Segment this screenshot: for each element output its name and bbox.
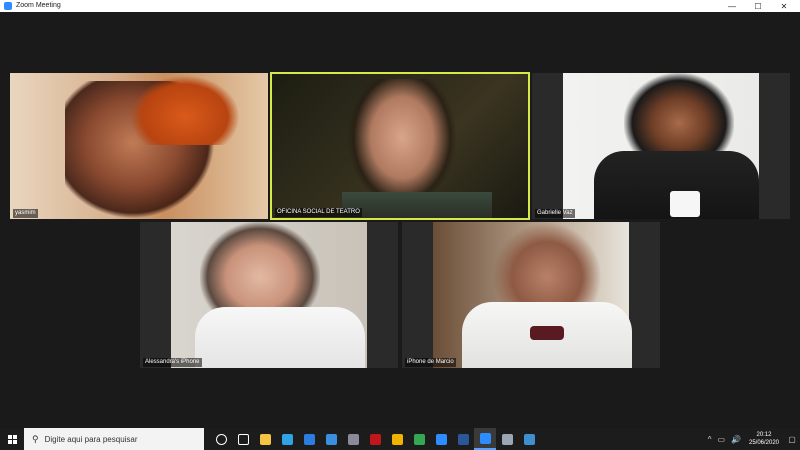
participant-name: yasmim bbox=[13, 209, 38, 218]
bow-tie bbox=[530, 326, 564, 340]
photos-icon-glyph bbox=[523, 433, 535, 445]
mail-icon-glyph bbox=[325, 433, 337, 445]
zoom-icon[interactable] bbox=[430, 428, 452, 450]
chrome-canary-icon-glyph bbox=[391, 433, 403, 445]
video-tile[interactable]: yasmim bbox=[10, 73, 268, 219]
video-tile[interactable]: iPhone de Marcio bbox=[402, 222, 660, 368]
zoom-icon-glyph bbox=[435, 433, 447, 445]
cortana-icon[interactable] bbox=[210, 428, 232, 450]
headscarf bbox=[130, 75, 240, 145]
minimize-button[interactable]: — bbox=[722, 0, 742, 12]
close-button[interactable]: ✕ bbox=[774, 0, 794, 12]
windows-taskbar: ⚲ Digite aqui para pesquisar ^ ▭ 🔊 20:12… bbox=[0, 428, 800, 450]
participant-name: Gabrielle Vaz bbox=[535, 209, 575, 218]
app-circle-icon-glyph bbox=[347, 433, 359, 445]
clock-time: 20:12 bbox=[756, 432, 772, 438]
word-icon-glyph bbox=[457, 433, 469, 445]
search-box[interactable]: ⚲ Digite aqui para pesquisar bbox=[24, 428, 204, 450]
participant-name: iPhone de Marcio bbox=[405, 358, 456, 367]
video-tile[interactable]: Alessandra's iPhone bbox=[140, 222, 398, 368]
windows-logo-icon bbox=[7, 434, 17, 444]
app-circle-icon[interactable] bbox=[342, 428, 364, 450]
notifications-icon[interactable]: ▢ bbox=[784, 428, 800, 450]
search-placeholder: Digite aqui para pesquisar bbox=[44, 434, 138, 444]
display-icon[interactable]: ▭ bbox=[717, 435, 725, 444]
file-explorer-icon[interactable] bbox=[254, 428, 276, 450]
chrome-canary-icon[interactable] bbox=[386, 428, 408, 450]
participant-video bbox=[347, 79, 457, 209]
globe-icon-glyph bbox=[501, 433, 513, 445]
start-button[interactable] bbox=[0, 428, 24, 450]
chrome-icon[interactable] bbox=[408, 428, 430, 450]
white-shirt bbox=[195, 307, 365, 368]
clock-date: 25/06/2020 bbox=[748, 440, 780, 446]
zoom-window: Zoom Meeting — ☐ ✕ yasmim OFICINA SOCIAL… bbox=[0, 0, 800, 428]
participant-name: Alessandra's iPhone bbox=[143, 358, 202, 367]
store-icon[interactable] bbox=[298, 428, 320, 450]
mail-icon[interactable] bbox=[320, 428, 342, 450]
pinned-apps bbox=[210, 428, 540, 450]
chrome-icon-glyph bbox=[413, 433, 425, 445]
task-view-icon[interactable] bbox=[232, 428, 254, 450]
coffee-cup bbox=[670, 191, 700, 217]
cortana-icon-glyph bbox=[215, 433, 227, 445]
store-icon-glyph bbox=[303, 433, 315, 445]
file-explorer-icon-glyph bbox=[259, 433, 271, 445]
participant-name: OFICINA SOCIAL DE TEATRO bbox=[275, 208, 362, 217]
photos-icon[interactable] bbox=[518, 428, 540, 450]
edge-icon-glyph bbox=[281, 433, 293, 445]
task-view-icon-glyph bbox=[237, 433, 249, 445]
window-title: Zoom Meeting bbox=[16, 2, 61, 9]
mcafee-icon[interactable] bbox=[364, 428, 386, 450]
word-icon[interactable] bbox=[452, 428, 474, 450]
speaker-icon[interactable]: 🔊 bbox=[731, 435, 741, 444]
mcafee-icon-glyph bbox=[369, 433, 381, 445]
clock[interactable]: 20:12 25/06/2020 bbox=[744, 431, 784, 447]
video-tile[interactable]: Gabrielle Vaz bbox=[532, 73, 790, 219]
globe-icon[interactable] bbox=[496, 428, 518, 450]
chevron-up-icon[interactable]: ^ bbox=[708, 435, 712, 444]
maximize-button[interactable]: ☐ bbox=[748, 0, 768, 12]
video-tile-active-speaker[interactable]: OFICINA SOCIAL DE TEATRO bbox=[270, 72, 530, 220]
zoom-meeting-icon-glyph bbox=[479, 432, 491, 444]
system-tray: ^ ▭ 🔊 20:12 25/06/2020 ▢ bbox=[705, 428, 800, 450]
jacket bbox=[342, 192, 492, 218]
edge-icon[interactable] bbox=[276, 428, 298, 450]
zoom-app-icon bbox=[4, 2, 12, 10]
zoom-meeting-icon[interactable] bbox=[474, 428, 496, 450]
magnifier-icon: ⚲ bbox=[32, 433, 39, 444]
title-bar: Zoom Meeting — ☐ ✕ bbox=[0, 0, 800, 12]
